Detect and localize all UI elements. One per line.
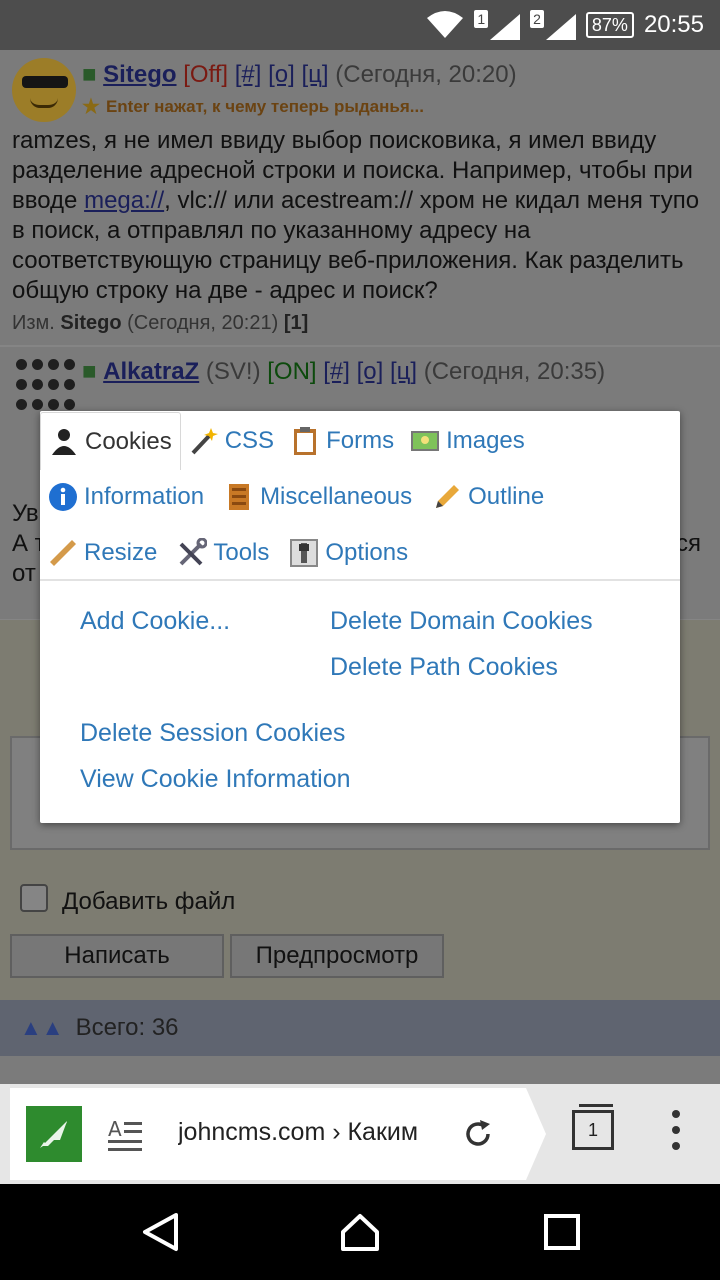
add-cookie-link[interactable]: Add Cookie... (80, 607, 230, 636)
write-button[interactable]: Написать (10, 934, 224, 978)
magic-wand-icon (191, 428, 218, 455)
tab-images[interactable]: Images (402, 413, 533, 469)
post-link-anchor[interactable]: [#] (235, 61, 262, 88)
tab-information[interactable]: Information (40, 469, 212, 525)
address-bar[interactable]: A johncms.com › Каким (10, 1088, 546, 1180)
clock: 20:55 (643, 11, 704, 38)
ruler-icon (50, 540, 76, 566)
reload-icon[interactable] (460, 1116, 496, 1152)
sim1-label: 1 (474, 10, 489, 28)
edit-info: Изм. Sitego (Сегодня, 20:21) [1] (12, 312, 708, 335)
avatar[interactable] (12, 355, 76, 419)
attach-file-label: Добавить файл (62, 888, 236, 915)
post-time: (Сегодня, 20:20) (335, 61, 517, 88)
switch-icon (290, 539, 319, 567)
tab-resize[interactable]: Resize (40, 525, 165, 581)
tab-switcher-button[interactable]: 1 (572, 1104, 614, 1150)
avatar[interactable] (12, 58, 76, 122)
post-link-anchor[interactable]: [#] (323, 358, 350, 385)
tab-cookies[interactable]: Cookies (40, 412, 181, 470)
post-link-reply[interactable]: [o] (268, 61, 295, 88)
post-link-reply[interactable]: [o] (357, 358, 384, 385)
tab-label: Outline (468, 483, 545, 510)
info-icon (49, 483, 77, 511)
post-text-link[interactable]: mega:// (84, 187, 164, 214)
user-status-text: Enter нажат, к чему теперь рыданья... (105, 96, 424, 116)
clipboard-icon (294, 427, 317, 455)
forum-post: ■ Sitego [Off] [#] [o] [ц] (Сегодня, 20:… (0, 50, 720, 347)
browser-toolbar: A johncms.com › Каким 1 (0, 1084, 720, 1184)
user-tag: (SV!) (205, 358, 261, 385)
reader-mode-icon[interactable]: A (108, 1116, 144, 1152)
tab-count: 1 (587, 1119, 598, 1140)
status-bar: 1 2 87% 20:55 (0, 0, 720, 50)
sim1-signal-icon: 1 (474, 10, 521, 40)
sim2-signal-icon: 2 (530, 10, 576, 40)
tab-label: CSS (224, 427, 275, 454)
box-icon (229, 484, 250, 510)
overflow-menu-icon[interactable] (670, 1110, 682, 1150)
tab-forms[interactable]: Forms (282, 413, 402, 469)
post-body: ramzes, я не имел ввиду выбор поисковика… (12, 126, 708, 306)
tab-miscellaneous[interactable]: Miscellaneous (216, 469, 420, 525)
total-count: Всего: 36 (75, 1014, 179, 1041)
recents-icon[interactable] (542, 1212, 582, 1252)
edit-user: Sitego (60, 312, 122, 334)
tab-label: Tools (213, 539, 270, 566)
tab-label: Options (325, 539, 409, 566)
preview-button[interactable]: Предпросмотр (230, 934, 444, 978)
menu-divider (40, 579, 680, 581)
back-icon[interactable] (140, 1212, 180, 1252)
tab-label: Images (446, 427, 525, 454)
home-icon[interactable] (340, 1212, 380, 1252)
navigation-bar (0, 1184, 720, 1280)
post-username[interactable]: Sitego (103, 61, 176, 88)
post-username[interactable]: AlkatraZ (103, 358, 199, 385)
tab-label: Cookies (85, 427, 172, 455)
user-state: [Off] (183, 61, 229, 88)
tab-outline[interactable]: Outline (424, 469, 552, 525)
url-text[interactable]: johncms.com › Каким (178, 1118, 436, 1147)
view-cookie-information-link[interactable]: View Cookie Information (80, 765, 351, 794)
developer-tools-menu: Cookies CSS Forms Images Information Mis… (40, 411, 680, 823)
tab-label: Resize (84, 539, 158, 566)
tab-options[interactable]: Options (281, 525, 416, 581)
sim2-label: 2 (530, 10, 544, 28)
edit-count[interactable]: [1] (284, 312, 308, 334)
svg-text:A: A (108, 1117, 122, 1141)
attach-file-checkbox[interactable] (20, 884, 48, 912)
battery-icon: 87% (585, 12, 634, 38)
post-link-quote[interactable]: [ц] (390, 358, 417, 385)
total-bar: ▲▲ Всего: 36 (0, 1000, 720, 1056)
delete-domain-cookies-link[interactable]: Delete Domain Cookies (330, 607, 593, 636)
wifi-icon (427, 11, 464, 38)
delete-session-cookies-link[interactable]: Delete Session Cookies (80, 719, 345, 748)
site-favicon-rocket-icon[interactable] (26, 1106, 82, 1162)
edit-prefix: Изм. (12, 312, 55, 334)
tab-label: Forms (326, 427, 395, 454)
user-state: [ON] (267, 358, 317, 385)
tab-label: Information (84, 483, 205, 510)
tab-tools[interactable]: Tools (169, 525, 277, 581)
tab-css[interactable]: CSS (181, 413, 282, 469)
post-link-quote[interactable]: [ц] (301, 61, 328, 88)
picture-icon (411, 431, 440, 451)
user-online-icon: ■ (82, 358, 97, 385)
double-up-arrow-icon[interactable]: ▲▲ (20, 1015, 64, 1041)
post-time: (Сегодня, 20:35) (423, 358, 606, 385)
user-online-icon: ■ (82, 61, 97, 88)
pencil-icon (436, 485, 460, 508)
star-icon: ★ (82, 96, 100, 118)
delete-path-cookies-link[interactable]: Delete Path Cookies (330, 653, 558, 682)
tools-icon (179, 538, 208, 566)
edit-time: (Сегодня, 20:21) (127, 312, 279, 334)
cookie-person-icon (52, 428, 76, 455)
tab-label: Miscellaneous (260, 483, 413, 510)
